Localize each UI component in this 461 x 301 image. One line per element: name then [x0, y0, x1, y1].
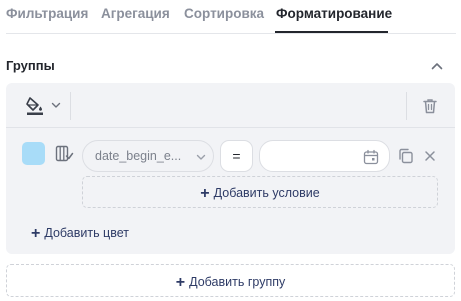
- field-select-value: date_begin_e...: [95, 149, 182, 163]
- chevron-up-icon[interactable]: [428, 57, 446, 75]
- toolbar-divider: [70, 92, 71, 120]
- section-title: Группы: [6, 58, 55, 73]
- group-panel: date_begin_e... = + Добавить условие + Доб: [6, 83, 455, 254]
- column-check-icon[interactable]: [54, 144, 74, 164]
- add-group-button[interactable]: + Добавить группу: [6, 264, 455, 297]
- plus-icon: +: [31, 225, 41, 242]
- add-condition-label: Добавить условие: [213, 186, 320, 200]
- add-group-label: Добавить группу: [189, 275, 286, 289]
- add-color-button[interactable]: + Добавить цвет: [31, 225, 129, 243]
- trash-icon[interactable]: [420, 96, 440, 116]
- close-icon[interactable]: [423, 149, 437, 163]
- tabs-divider: [6, 33, 456, 34]
- operator-select[interactable]: =: [220, 140, 253, 172]
- group-toolbar: [6, 83, 455, 128]
- color-swatch[interactable]: [22, 142, 45, 165]
- add-color-label: Добавить цвет: [44, 226, 129, 240]
- operator-value: =: [232, 148, 241, 164]
- add-condition-button[interactable]: + Добавить условие: [82, 176, 438, 208]
- tab-bar: Фильтрация Агрегация Сортировка Форматир…: [0, 0, 461, 34]
- tab-filtering[interactable]: Фильтрация: [6, 6, 88, 21]
- field-select[interactable]: date_begin_e...: [82, 140, 214, 172]
- toolbar-divider: [406, 92, 407, 120]
- tab-aggregation[interactable]: Агрегация: [101, 6, 170, 21]
- fill-color-button[interactable]: [24, 94, 68, 116]
- tab-sorting[interactable]: Сортировка: [184, 6, 264, 21]
- paint-bucket-icon: [24, 94, 46, 116]
- calendar-icon[interactable]: [363, 149, 379, 165]
- plus-icon: +: [200, 185, 210, 202]
- copy-icon[interactable]: [397, 147, 415, 165]
- tab-formatting[interactable]: Форматирование: [276, 6, 392, 21]
- plus-icon: +: [175, 274, 186, 291]
- chevron-down-icon: [195, 151, 207, 163]
- chevron-down-icon: [50, 99, 62, 111]
- date-value-input[interactable]: [259, 140, 390, 172]
